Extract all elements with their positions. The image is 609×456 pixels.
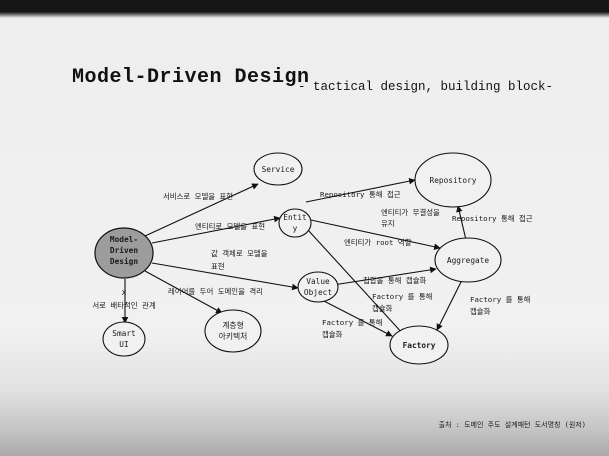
edge-entity-integrity-label-line-1: 유지 [381,219,395,228]
edge-mdd-to-value-object-label-line-1: 표현 [211,262,225,271]
node-entity-label-line-0: Entit [283,213,306,222]
node-layered-architecture-label-line-1: 아키텍처 [219,331,248,341]
node-layered-architecture-label-line-0: 계층형 [222,320,244,330]
connectors [121,177,467,337]
node-model-driven-design-label-line-2: Design [110,257,138,266]
edge-mdd-value-object [151,262,299,291]
edge-mdd-to-value-object-label-line-0: 값 객체로 모델을 [211,249,268,258]
edge-entity-root-label-line-0: 엔티티가 root 역할 [344,238,412,247]
node-value-object-label-line-0: Value [306,277,330,286]
edge-vo-factory-mid-label-line-1: 캡슐화 [372,304,393,313]
node-aggregate-label-line-0: Aggregate [447,256,490,265]
node-model-driven-design-label-line-1: Driven [110,246,138,255]
node-smart-ui [102,321,146,357]
edge-aggregate-to-factory-label-line-1: 캡슐화 [470,307,491,316]
node-repository-label-line-0: Repository [430,176,477,185]
edge-mdd-to-smart-ui-label-line-1: 서로 배타적인 관계 [92,301,155,310]
node-service-label-line-0: Service [262,165,295,174]
node-value-object-label-line-1: Object [304,288,332,297]
edge-vo-to-factory-label-line-0: Factory 를 통해 [322,318,383,327]
edge-aggregate-repository [456,205,467,241]
edge-vo-factory-mid-label-line-0: Factory 를 통해 [372,292,433,301]
node-layered-architecture [204,309,262,353]
edge-vo-to-aggregate-label-line-0: 집합을 통해 캡슐화 [363,276,426,285]
node-model-driven-design-label-line-0: Model- [110,235,138,244]
edge-aggregate-to-repository-label-line-0: Repository 통해 접근 [452,214,533,223]
concept-diagram: Model- Driven Design Service Entit y Value Obje… [92,152,586,429]
edge-mdd-to-service-label-line-0: 서비스로 모델을 표현 [163,192,233,201]
edge-aggregate-to-factory-label-line-0: Factory 를 통해 [470,295,531,304]
edge-mdd-to-layered-label-line-0: 레이어를 두어 도메인을 격리 [168,287,263,296]
node-smart-ui-label-line-1: UI [119,340,128,349]
edge-mdd-to-entity-label-line-0: 엔티티로 모델을 표현 [195,222,265,231]
node-factory-label-line-0: Factory [403,341,436,350]
edge-mdd-to-smart-ui-label-line-0: X [122,288,127,297]
edge-vo-to-factory-label-line-1: 캡슐화 [322,330,343,339]
node-entity-label-line-1: y [293,224,298,233]
node-smart-ui-label-line-0: Smart [112,329,135,338]
edge-aggregate-factory [436,275,465,331]
footer-citation: 출처 : 도메인 주도 설계패턴 도서명칭 (원저) [439,420,586,429]
slide: Model-Driven Design - tactical design, b… [0,0,609,456]
edge-entity-to-repository-label-line-0: Repository 통해 접근 [320,190,401,199]
edge-entity-integrity-label-line-0: 엔티티가 무결성을 [381,208,440,217]
